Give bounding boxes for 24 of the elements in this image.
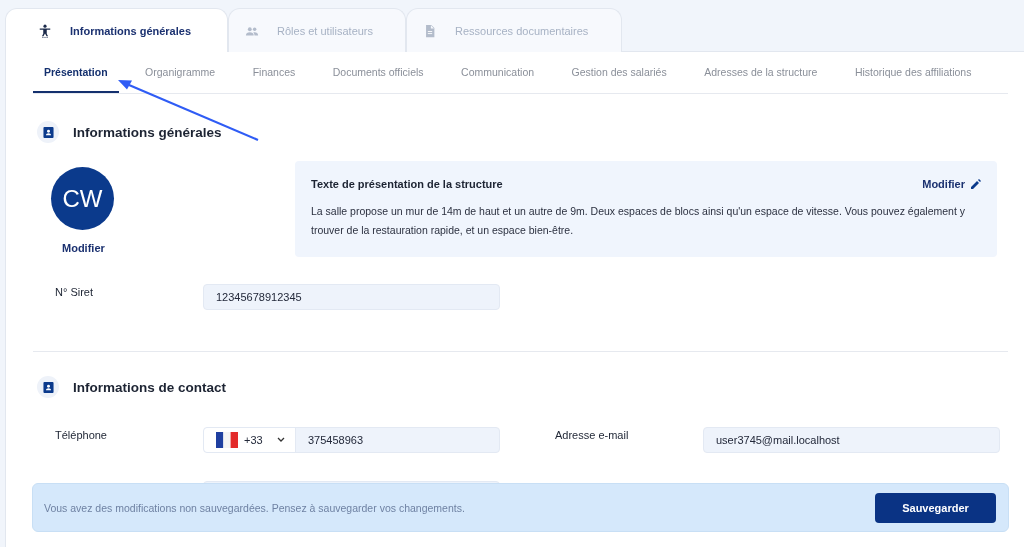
pencil-icon xyxy=(971,179,981,189)
contact-card-icon xyxy=(37,376,59,398)
section-title: Informations générales xyxy=(73,124,222,140)
contact-card-icon xyxy=(37,121,59,143)
card-title: Texte de présentation de la structure xyxy=(311,178,503,190)
save-button[interactable]: Sauvegarder xyxy=(875,492,996,523)
sub-tab[interactable]: Présentation xyxy=(33,52,119,93)
banner-message: Vous avez des modifications non sauvegardées. Pensez à sauvegarder vos changements. xyxy=(44,501,465,514)
edit-button[interactable]: Modifier xyxy=(922,178,981,190)
figure-icon xyxy=(38,23,52,38)
caret-icon xyxy=(277,437,285,443)
field-label: N° Siret xyxy=(55,285,95,298)
country-select[interactable]: +33 xyxy=(204,428,296,452)
field-label: Téléphone xyxy=(55,428,108,441)
phone-field[interactable]: +33 375458963 xyxy=(203,427,500,453)
section-title: Informations de contact xyxy=(73,379,226,395)
flag-icon xyxy=(216,432,238,448)
field-label: Adresse e-mail xyxy=(555,428,630,441)
presentation-text: La salle propose un mur de 14m de haut et un autre de 9m. Deux espaces de blocs ainsi qu'un espace de vitesse. Vous pouvez également y trouver de la restauration rapide, et un espace bien-être. xyxy=(311,204,966,238)
avatar: CW xyxy=(51,167,114,230)
input-field[interactable]: user3745@mail.localhost xyxy=(703,427,1000,453)
section-tab[interactable]: Informations générales xyxy=(5,8,229,52)
input-field[interactable]: 12345678912345 xyxy=(203,284,500,310)
edit-avatar-link[interactable]: Modifier xyxy=(62,242,105,254)
